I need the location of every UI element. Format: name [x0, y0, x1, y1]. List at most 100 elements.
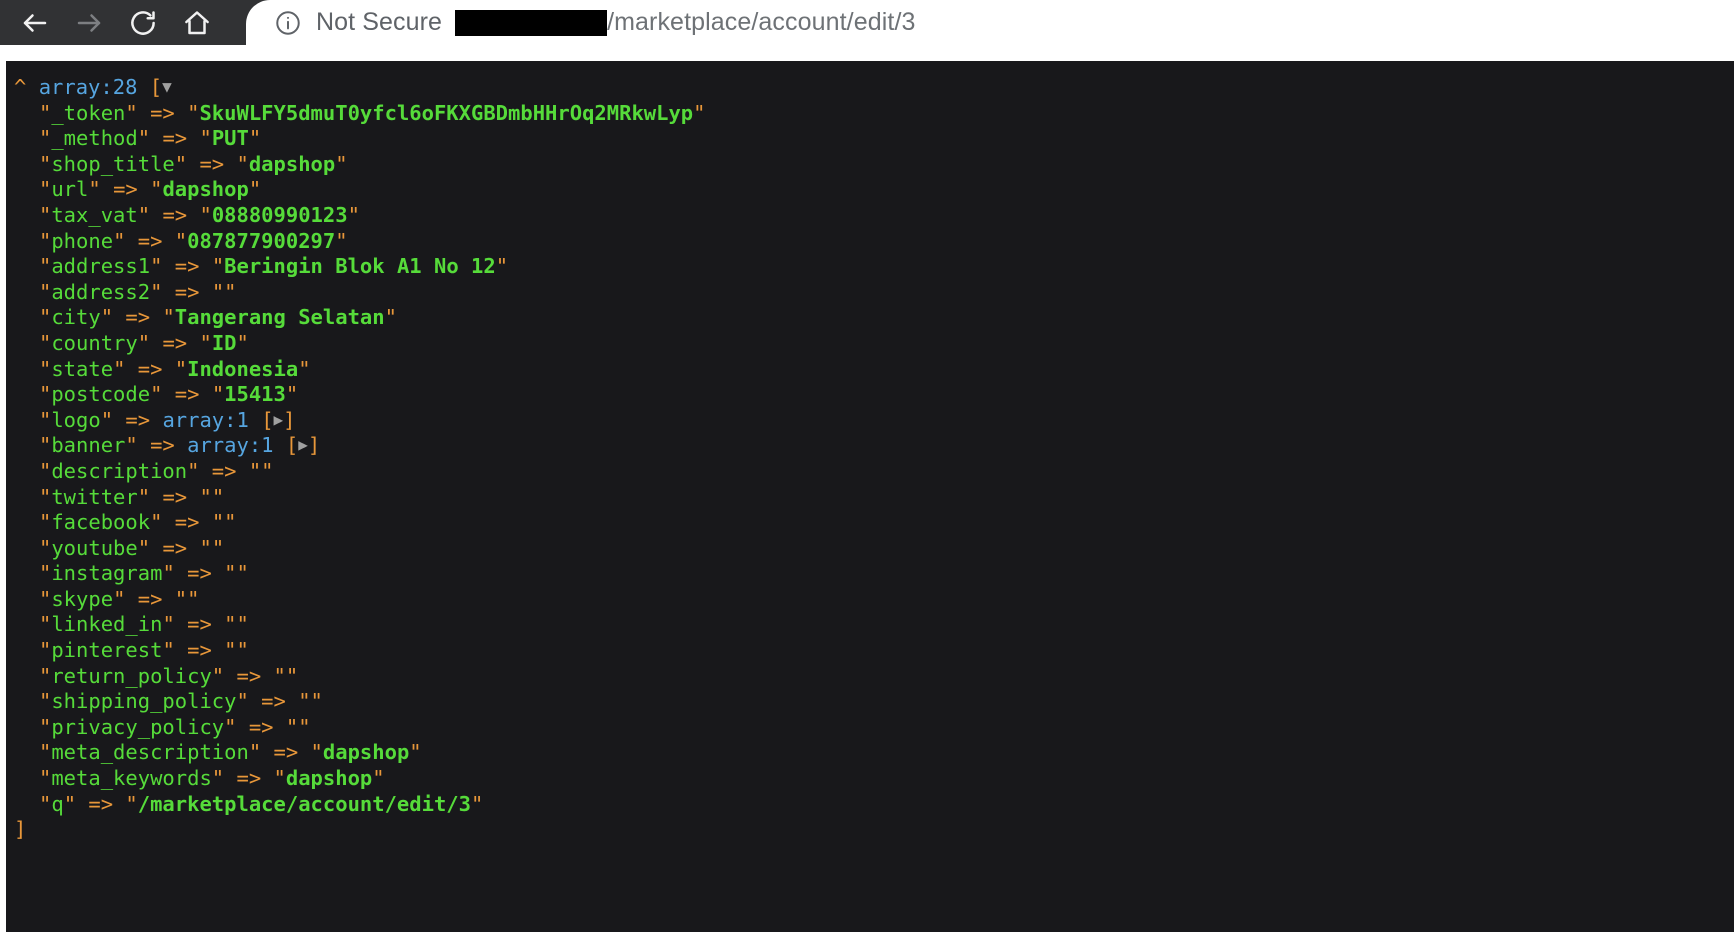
dump-entry-arrow: =>: [137, 356, 163, 381]
dump-entry-arrow: =>: [150, 100, 175, 125]
dump-entry-value: dapshop: [162, 177, 249, 202]
dump-entry-row: "skype" => "": [39, 586, 200, 611]
url-display[interactable]: /marketplace/account/edit/3: [455, 8, 915, 37]
dump-entry-key: logo: [51, 407, 101, 432]
dump-entry-row: "shipping_policy" => "": [39, 689, 323, 714]
browser-toolbar: Not Secure /marketplace/account/edit/3: [0, 0, 1734, 45]
dump-entry-value: /marketplace/account/edit/3: [137, 791, 471, 816]
dump-entry-row: "instagram" => "": [39, 561, 249, 586]
url-path-text: /marketplace/account/edit/3: [607, 8, 916, 36]
dump-entry-row: "state" => "Indonesia": [39, 356, 311, 381]
dump-entry-arrow: =>: [162, 330, 188, 355]
dump-entry-row: "address2" => "": [39, 279, 237, 304]
dump-entry-row: "shop_title" => "dapshop": [39, 151, 348, 176]
dump-entry-key: _method: [51, 126, 138, 151]
dump-entry-key: state: [51, 356, 114, 381]
home-button[interactable]: [170, 1, 224, 45]
info-circle-icon[interactable]: [274, 9, 302, 37]
dump-entry-expand-icon[interactable]: ▶: [298, 432, 308, 458]
dump-entry-value: dapshop: [285, 766, 373, 791]
dump-entry-key: facebook: [51, 510, 151, 535]
dump-entry-arrow: =>: [150, 433, 175, 458]
dump-entry-key: shipping_policy: [51, 689, 237, 714]
dump-entry-key: meta_description: [51, 740, 249, 765]
dump-entry-row: "youtube" => "": [39, 535, 225, 560]
dump-entry-value: dapshop: [322, 740, 410, 765]
dump-entry-value: ID: [211, 330, 237, 355]
dump-entry-arrow: =>: [174, 254, 200, 279]
page-body: ^ array:28 [▼ "_token" => "SkuWLFY5dmuT0…: [0, 61, 1734, 932]
back-button[interactable]: [8, 1, 62, 45]
dump-entry-key: linked_in: [51, 612, 163, 637]
dump-entry-key: city: [51, 305, 101, 330]
dump-entry-value: SkuWLFY5dmuT0yfcl6oFKXGBDmbHHrOq2MRkwLyp: [199, 100, 694, 125]
dump-entry-value: Indonesia: [187, 356, 299, 381]
dump-entry-row: "twitter" => "": [39, 484, 225, 509]
dump-entry-arrow: =>: [236, 766, 262, 791]
dump-entry-arrow: =>: [174, 510, 200, 535]
dump-entry-value: PUT: [211, 126, 249, 151]
page-top-spacer: [0, 45, 1734, 61]
redacted-host-block: [455, 9, 608, 36]
dump-entry-row: "country" => "ID": [39, 330, 249, 355]
dump-entry-row: "postcode" => "15413": [39, 382, 299, 407]
dump-entry-arrow: =>: [174, 382, 200, 407]
dump-entry-row: "logo" => array:1 [▶]: [39, 407, 296, 433]
dump-entry-row: "q" => "/marketplace/account/edit/3": [39, 791, 484, 816]
dump-entry-arrow: =>: [273, 740, 299, 765]
dump-collapse-caret[interactable]: ^: [14, 75, 26, 99]
dump-entry-key: phone: [51, 228, 114, 253]
address-bar[interactable]: Not Secure /marketplace/account/edit/3: [246, 0, 1734, 45]
dump-entry-arrow: =>: [113, 177, 138, 202]
dump-entry-key: banner: [51, 433, 126, 458]
dump-entry-arrow: =>: [236, 663, 262, 688]
reload-button[interactable]: [116, 1, 170, 45]
dump-close-bracket: ]: [14, 817, 27, 842]
dump-entry-value: 15413: [224, 382, 286, 407]
dump-entry-key: youtube: [51, 535, 138, 560]
dump-entry-arrow: =>: [199, 151, 225, 176]
dump-open-bracket: [: [149, 75, 163, 99]
dump-entry-row: "meta_description" => "dapshop": [39, 740, 422, 765]
dump-entry-key: privacy_policy: [51, 714, 225, 739]
dump-entry-arrow: =>: [248, 714, 274, 739]
dump-entry-value: 087877900297: [187, 228, 336, 253]
dump-entry-key: description: [51, 458, 188, 483]
dump-entry-row: "_method" => "PUT": [39, 126, 262, 151]
dump-entry-key: _token: [51, 100, 126, 125]
dump-entry-row: "phone" => "087877900297": [39, 228, 348, 253]
dump-entry-array-type: array:1: [162, 407, 249, 432]
dump-entry-row: "_token" => "SkuWLFY5dmuT0yfcl6oFKXGBDmb…: [39, 100, 706, 125]
dump-entry-row: "banner" => array:1 [▶]: [39, 432, 321, 458]
var-dumper-panel: ^ array:28 [▼ "_token" => "SkuWLFY5dmuT0…: [6, 61, 1734, 932]
dump-entry-arrow: =>: [125, 407, 151, 432]
dump-entry-arrow: =>: [187, 612, 212, 637]
dump-entry-arrow: =>: [162, 126, 188, 151]
dump-entry-key: tax_vat: [51, 202, 138, 227]
dump-entry-arrow: =>: [137, 228, 163, 253]
arrow-right-icon: [74, 8, 104, 38]
dump-entry-row: "description" => "": [39, 458, 274, 483]
dump-entry-row: "return_policy" => "": [39, 663, 299, 688]
dump-entry-value: Tangerang Selatan: [174, 305, 385, 330]
dump-entry-key: twitter: [51, 484, 138, 509]
dump-entry-arrow: =>: [174, 279, 200, 304]
dump-entry-expand-icon[interactable]: ▶: [274, 407, 284, 433]
dump-entry-key: return_policy: [51, 663, 212, 688]
dump-entry-value: Beringin Blok A1 No 12: [224, 254, 496, 279]
dump-entry-key: postcode: [51, 382, 151, 407]
dump-entry-arrow: =>: [211, 458, 237, 483]
dump-entry-array-type: array:1: [187, 433, 274, 458]
dump-entry-arrow: =>: [125, 305, 151, 330]
dump-entry-key: instagram: [51, 561, 163, 586]
dump-entry-row: "meta_keywords" => "dapshop": [39, 766, 385, 791]
forward-button[interactable]: [62, 1, 116, 45]
dump-entry-key: url: [51, 177, 89, 202]
dump-root-toggle-icon[interactable]: ▼: [162, 74, 172, 100]
dump-root-type: array:28: [38, 75, 138, 99]
dump-entry-arrow: =>: [261, 689, 286, 714]
dump-entry-key: meta_keywords: [51, 766, 212, 791]
dump-entry-value: 08880990123: [211, 202, 348, 227]
dump-entry-arrow: =>: [137, 586, 163, 611]
dump-entry-row: "facebook" => "": [39, 510, 237, 535]
